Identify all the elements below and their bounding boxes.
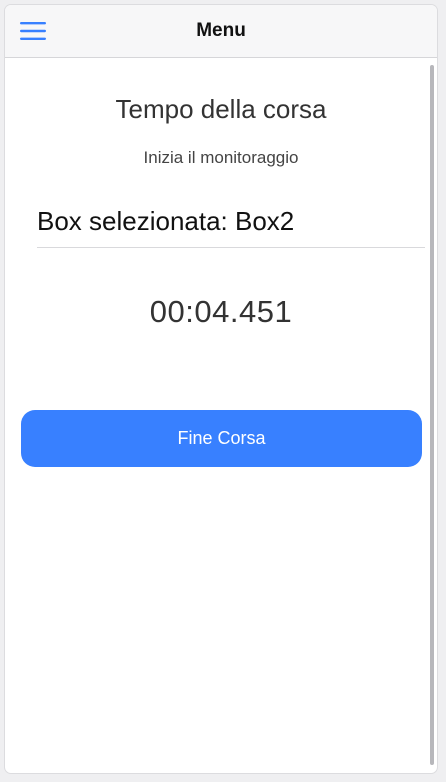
end-race-button[interactable]: Fine Corsa <box>21 410 422 467</box>
toolbar: Menu <box>5 5 437 58</box>
toolbar-title: Menu <box>196 20 246 41</box>
page-title: Tempo della corsa <box>115 94 327 124</box>
scrollbar[interactable] <box>430 65 434 765</box>
main-content[interactable]: Tempo della corsa Inizia il monitoraggio… <box>5 58 437 773</box>
app-window: Menu Tempo della corsa Inizia il monitor… <box>5 5 437 773</box>
page-subtitle: Inizia il monitoraggio <box>143 148 299 167</box>
divider <box>37 247 425 248</box>
selected-box-label: Box selezionata: Box2 <box>37 206 295 236</box>
race-timer: 00:04.451 <box>149 294 293 329</box>
